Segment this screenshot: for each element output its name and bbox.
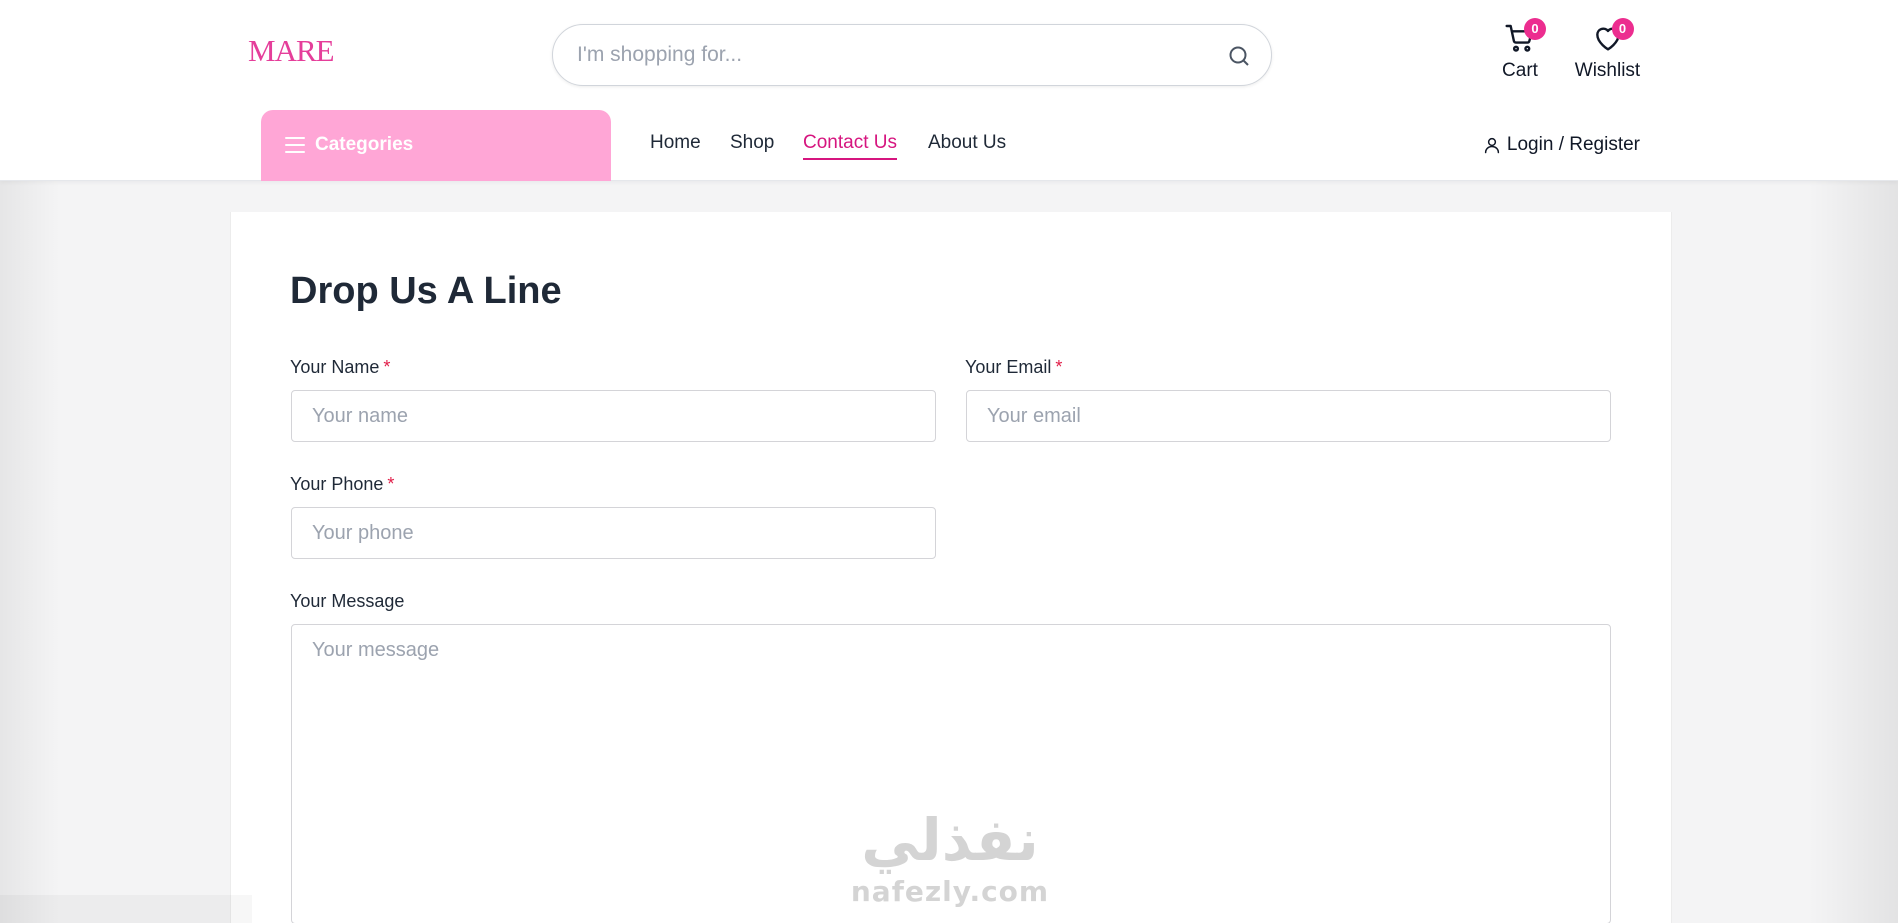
search-icon[interactable] xyxy=(1227,44,1251,68)
cart-label: Cart xyxy=(1502,60,1538,81)
nav-contact-us[interactable]: Contact Us xyxy=(803,132,897,160)
name-label: Your Name * xyxy=(290,357,390,378)
search-bar xyxy=(552,24,1272,86)
user-icon xyxy=(1484,137,1500,154)
email-field[interactable] xyxy=(966,390,1611,442)
nav-home[interactable]: Home xyxy=(650,132,701,158)
nav-shop[interactable]: Shop xyxy=(730,132,774,158)
watermark: نفذلي nafezly.com xyxy=(840,805,1060,923)
site-logo[interactable]: MARE xyxy=(248,33,335,68)
wishlist-count-badge: 0 xyxy=(1611,18,1634,40)
wishlist-label: Wishlist xyxy=(1574,60,1641,81)
message-label: Your Message xyxy=(290,591,404,612)
page-title: Drop Us A Line xyxy=(290,270,562,312)
categories-button[interactable]: Categories xyxy=(261,110,611,181)
required-mark: * xyxy=(383,357,391,377)
wishlist-button[interactable]: 0 Wishlist xyxy=(1570,18,1645,82)
name-field[interactable] xyxy=(291,390,936,442)
site-header: MARE 0 Cart 0 Wishlist xyxy=(0,0,1898,181)
email-label-text: Your Email xyxy=(965,357,1052,377)
login-register-link[interactable]: Login / Register xyxy=(1483,134,1640,156)
login-register-label: Login / Register xyxy=(1506,134,1640,155)
cart-button[interactable]: 0 Cart xyxy=(1495,18,1546,82)
watermark-latin: nafezly.com xyxy=(850,875,1050,908)
phone-field[interactable] xyxy=(291,507,936,559)
categories-label: Categories xyxy=(315,134,414,155)
required-mark: * xyxy=(1055,357,1063,377)
logo-text: MARE xyxy=(248,33,335,68)
bottom-strip xyxy=(0,895,252,923)
email-label: Your Email * xyxy=(965,357,1062,378)
message-label-text: Your Message xyxy=(290,591,405,611)
name-label-text: Your Name xyxy=(290,357,380,377)
required-mark: * xyxy=(387,474,395,494)
phone-label-text: Your Phone xyxy=(290,474,384,494)
watermark-arabic: نفذلي xyxy=(861,806,1039,874)
phone-label: Your Phone * xyxy=(290,474,394,495)
nav-about-us[interactable]: About Us xyxy=(928,132,1006,158)
search-input[interactable] xyxy=(577,37,1177,73)
menu-icon xyxy=(285,137,305,153)
cart-count-badge: 0 xyxy=(1524,18,1546,40)
